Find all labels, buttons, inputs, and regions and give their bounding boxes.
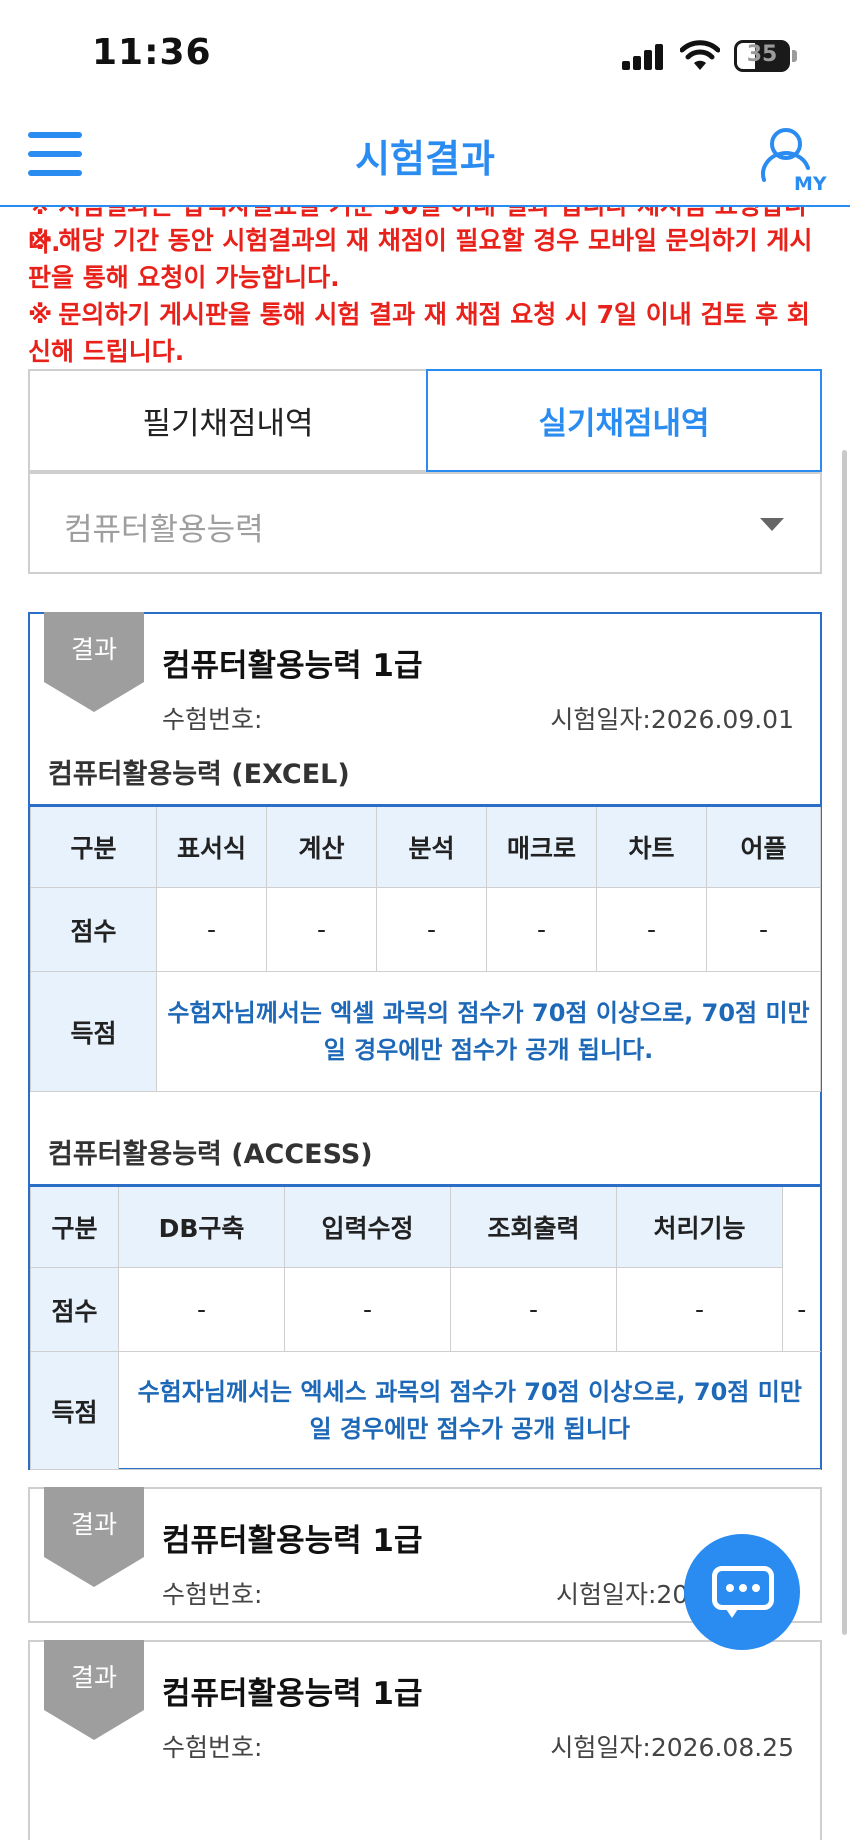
- table-header-cell: 매크로: [486, 805, 597, 888]
- app-header: 시험결과 MY: [0, 110, 850, 206]
- exam-date: 시험일자:2026.09.01: [550, 705, 794, 734]
- table-row: 득점 수험자님께서는 엑세스 과목의 점수가 70점 이상으로, 70점 미만일…: [30, 1351, 821, 1470]
- exam-number-label: 수험번호:: [162, 1580, 263, 1609]
- table-cell: -: [284, 1267, 451, 1352]
- table-empty-cell: [783, 1186, 821, 1268]
- notice-item: ※ 문의하기 게시판을 통해 시험 결과 재 채점 요청 시 7일 이내 검토 후…: [28, 300, 810, 366]
- result-title: 컴퓨터활용능력 1급: [162, 1676, 423, 1712]
- table-row-label: 득점: [30, 971, 157, 1092]
- table-row: 구분 표서식 계산 분석 매크로 차트 어플: [30, 805, 821, 888]
- table-header-cell: 입력수정: [284, 1185, 451, 1268]
- battery-level: 35: [746, 42, 778, 67]
- notice-area: ※시험결과는 합격자발표일 기준 30일 이내 결과 입니다 재시험 요청합니다…: [0, 207, 850, 367]
- scrollbar[interactable]: [842, 450, 847, 1635]
- battery-tip: [792, 50, 797, 62]
- table-cell: -: [616, 1267, 783, 1352]
- subject-select-value: 컴퓨터활용능력: [64, 512, 264, 548]
- table-row: 구분 DB구축 입력수정 조회출력 처리기능: [30, 1185, 821, 1268]
- table-header-cell: 계산: [266, 805, 377, 888]
- cellular-signal-icon: [622, 44, 664, 70]
- tab-practical-results[interactable]: 실기채점내역: [426, 369, 822, 472]
- exam-date: 시험일자:2026.08.25: [550, 1733, 794, 1762]
- subject-select[interactable]: 컴퓨터활용능력: [28, 472, 822, 574]
- my-label: MY: [794, 173, 827, 194]
- result-badge: 결과: [44, 1487, 144, 1587]
- table-header-cell: 차트: [596, 805, 707, 888]
- table-header-cell: 구분: [30, 1185, 119, 1268]
- table-cell: -: [706, 887, 821, 972]
- status-bar: 11:36 35: [0, 0, 850, 110]
- table-row-label: 점수: [30, 887, 157, 972]
- wifi-icon: [680, 40, 720, 70]
- result-card[interactable]: 결과 컴퓨터활용능력 1급 수험번호: 시험일자:2026.09.01 컴퓨터활…: [28, 612, 822, 1470]
- exam-number-label: 수험번호:: [162, 705, 263, 734]
- table-cell: -: [596, 887, 707, 972]
- caret-down-icon: [760, 518, 784, 531]
- chat-button[interactable]: [684, 1534, 800, 1650]
- table-row: 점수 - - - - -: [30, 1267, 821, 1352]
- notice-item: ※ 해당 기간 동안 시험결과의 재 채점이 필요할 경우 모바일 문의하기 게시…: [28, 226, 813, 292]
- table-cell: -: [118, 1267, 285, 1352]
- result-title: 컴퓨터활용능력 1급: [162, 1523, 423, 1559]
- table-header-cell: 어플: [706, 805, 821, 888]
- access-score-table: 구분 DB구축 입력수정 조회출력 처리기능 점수 - - - - - 득점 수…: [30, 1184, 821, 1470]
- tab-written-results[interactable]: 필기채점내역: [28, 369, 426, 472]
- table-row-label: 점수: [30, 1267, 119, 1352]
- table-header-cell: 표서식: [156, 805, 267, 888]
- result-title: 컴퓨터활용능력 1급: [162, 648, 423, 684]
- score-disclosure-note: 수험자님께서는 엑셀 과목의 점수가 70점 이상으로, 70점 미만일 경우에…: [156, 971, 821, 1092]
- table-cell: -: [156, 887, 267, 972]
- table-cell: -: [782, 1267, 821, 1352]
- table-cell: -: [450, 1267, 617, 1352]
- status-time: 11:36: [92, 32, 212, 73]
- page-title: 시험결과: [355, 137, 495, 181]
- table-row-label: 득점: [30, 1351, 119, 1470]
- table-cell: -: [376, 887, 487, 972]
- excel-score-table: 구분 표서식 계산 분석 매크로 차트 어플 점수 - - - - - - 득점…: [30, 804, 821, 1092]
- result-badge: 결과: [44, 612, 144, 712]
- access-section-title: 컴퓨터활용능력 (ACCESS): [48, 1139, 373, 1170]
- exam-number-label: 수험번호:: [162, 1733, 263, 1762]
- battery-icon: 35: [734, 40, 790, 72]
- table-cell: -: [266, 887, 377, 972]
- table-header-cell: 조회출력: [450, 1185, 617, 1268]
- table-row: 득점 수험자님께서는 엑셀 과목의 점수가 70점 이상으로, 70점 미만일 …: [30, 971, 821, 1092]
- result-badge: 결과: [44, 1640, 144, 1740]
- table-cell: -: [486, 887, 597, 972]
- result-tabs: 필기채점내역 실기채점내역: [28, 369, 822, 472]
- table-header-cell: DB구축: [118, 1185, 285, 1268]
- table-header-cell: 분석: [376, 805, 487, 888]
- exam-date: 시험일자:20: [556, 1580, 689, 1609]
- excel-section-title: 컴퓨터활용능력 (EXCEL): [48, 759, 350, 790]
- table-header-cell: 처리기능: [616, 1185, 783, 1268]
- table-header-cell: 구분: [30, 805, 157, 888]
- user-icon[interactable]: MY: [760, 124, 830, 194]
- result-card[interactable]: 결과 컴퓨터활용능력 1급 수험번호: 시험일자:2026.08.25: [28, 1640, 822, 1840]
- score-disclosure-note: 수험자님께서는 엑세스 과목의 점수가 70점 이상으로, 70점 미만일 경우…: [118, 1351, 821, 1470]
- table-row: 점수 - - - - - -: [30, 887, 821, 972]
